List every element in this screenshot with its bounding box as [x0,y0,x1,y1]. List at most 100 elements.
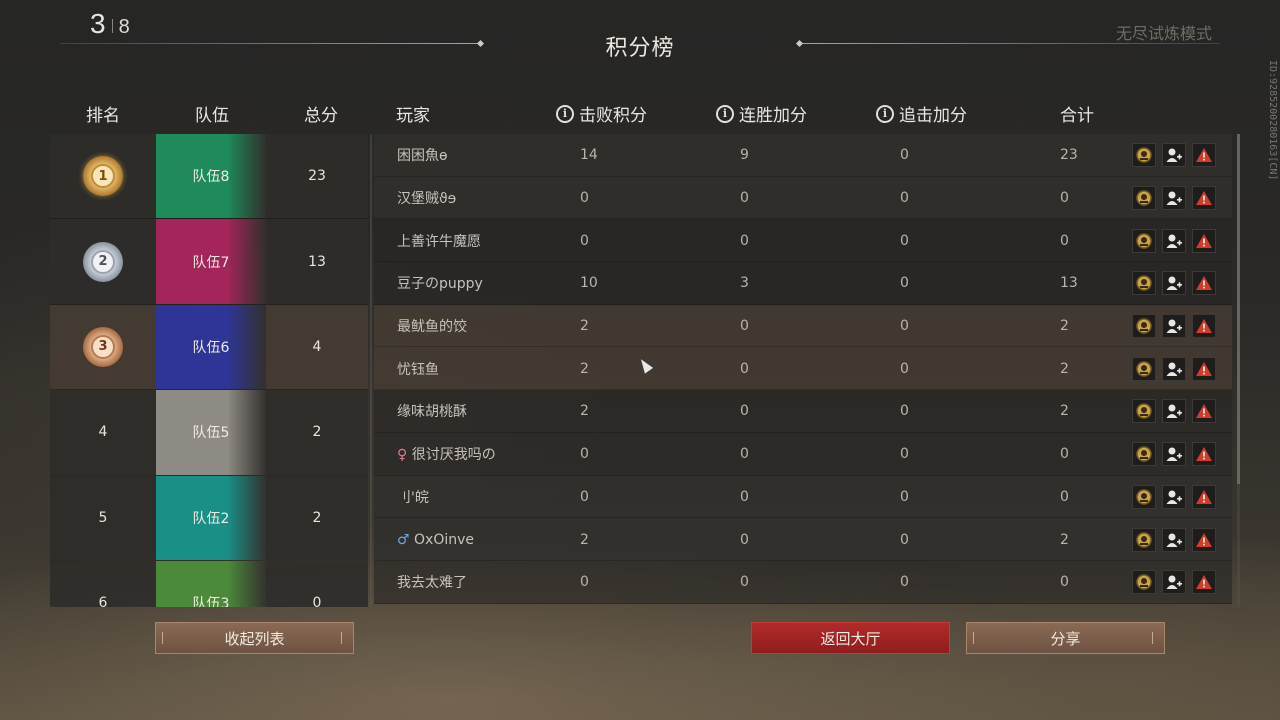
info-icon[interactable]: i [876,104,894,123]
add-friend-icon[interactable] [1162,399,1186,424]
defeat-score: 14 [580,147,598,164]
streak-score: 0 [740,190,749,207]
scrollbar-thumb[interactable] [1237,134,1240,484]
report-icon[interactable] [1192,484,1216,509]
defeat-score: 2 [580,360,589,377]
player-name-cell[interactable]: 最鱿鱼的饺 [397,316,467,336]
team-score: 4 [266,304,368,390]
add-friend-icon[interactable] [1162,143,1186,168]
round-counter: 3 8 [90,8,130,40]
team-score: 2 [266,390,368,475]
add-friend-icon[interactable] [1162,314,1186,339]
profile-icon[interactable] [1132,143,1156,168]
header-chase[interactable]: i 追击加分 [876,101,967,126]
sum-score: 2 [1060,531,1069,548]
share-button[interactable]: 分享 [966,622,1165,654]
team-row: 6 队伍3 0 [50,560,368,607]
profile-icon[interactable] [1132,186,1156,211]
team-row: 2 队伍7 13 [50,219,368,305]
player-name-cell[interactable]: ♂ OxOinve [397,532,474,548]
report-icon[interactable] [1192,314,1216,339]
profile-icon[interactable] [1132,271,1156,296]
chase-score: 0 [900,574,909,591]
player-name-cell[interactable]: 刂'皖 [397,487,429,507]
profile-icon[interactable] [1132,527,1156,552]
player-name: 忧钰鱼 [397,361,439,378]
player-name: 刂'皖 [397,489,429,506]
streak-score: 9 [740,147,749,164]
chase-score: 0 [900,275,909,292]
defeat-score: 2 [580,531,589,548]
header-streak[interactable]: i 连胜加分 [716,101,807,126]
report-icon[interactable] [1192,570,1216,595]
info-icon[interactable]: i [556,104,574,123]
player-row: 忧钰鱼 2 0 0 2 [374,347,1232,391]
collapse-list-label: 收起列表 [224,629,285,648]
report-icon[interactable] [1192,271,1216,296]
rank-cell: 4 [50,390,156,475]
report-icon[interactable] [1192,143,1216,168]
player-name: 困困魚ɵ [397,148,448,165]
player-actions [1132,399,1216,424]
chevron-right-icon [341,632,347,644]
player-name-cell[interactable]: 忧钰鱼 [397,359,439,379]
defeat-score: 0 [580,232,589,249]
report-icon[interactable] [1192,399,1216,424]
player-table: 困困魚ɵ 14 9 0 23 汉堡贼ϑɘ 0 0 0 0 上善许牛魔愿 0 0 0 0 豆子のpuppy 10 3… [374,134,1232,607]
report-icon[interactable] [1192,186,1216,211]
header-defeat[interactable]: i 击败积分 [556,101,647,126]
profile-icon[interactable] [1132,228,1156,253]
player-name-cell[interactable]: ♀ 很讨厌我吗の [397,444,496,464]
player-name-cell[interactable]: 豆子のpuppy [397,273,483,293]
add-friend-icon[interactable] [1162,356,1186,381]
round-separator [111,19,113,33]
streak-score: 0 [740,318,749,335]
report-icon[interactable] [1192,527,1216,552]
report-icon[interactable] [1192,356,1216,381]
add-friend-icon[interactable] [1162,186,1186,211]
team-row: 4 队伍5 2 [50,390,368,476]
chase-score: 0 [900,488,909,505]
player-name: 我去太难了 [397,575,467,592]
title-line-left [60,43,480,44]
player-name-cell[interactable]: 汉堡贼ϑɘ [397,188,456,208]
player-name-cell[interactable]: 困困魚ɵ [397,145,448,165]
profile-icon[interactable] [1132,570,1156,595]
player-name-cell[interactable]: 缘味胡桃酥 [397,401,467,421]
add-friend-icon[interactable] [1162,484,1186,509]
player-name: 缘味胡桃酥 [397,404,467,421]
sum-score: 0 [1060,190,1069,207]
silver-medal-icon: 2 [83,241,123,282]
return-lobby-button[interactable]: 返回大厅 [751,622,950,654]
player-name-cell[interactable]: 上善许牛魔愿 [397,231,481,251]
player-actions [1132,484,1216,509]
chevron-left-icon [162,632,168,644]
defeat-score: 2 [580,403,589,420]
chevron-right-icon [1152,632,1158,644]
report-icon[interactable] [1192,442,1216,467]
add-friend-icon[interactable] [1162,228,1186,253]
male-icon: ♂ [397,531,410,548]
rank-cell: 3 [50,304,156,390]
sum-score: 0 [1060,574,1069,591]
collapse-list-button[interactable]: 收起列表 [155,622,354,654]
player-actions [1132,527,1216,552]
add-friend-icon[interactable] [1162,527,1186,552]
profile-icon[interactable] [1132,314,1156,339]
add-friend-icon[interactable] [1162,442,1186,467]
rank-cell: 1 [50,134,156,219]
player-name-cell[interactable]: 我去太难了 [397,572,467,592]
chase-score: 0 [900,360,909,377]
header-chase-label: 追击加分 [899,106,967,126]
profile-icon[interactable] [1132,442,1156,467]
report-icon[interactable] [1192,228,1216,253]
profile-icon[interactable] [1132,399,1156,424]
scrollbar[interactable] [1237,134,1240,607]
add-friend-icon[interactable] [1162,271,1186,296]
female-icon: ♀ [397,447,408,464]
profile-icon[interactable] [1132,484,1156,509]
add-friend-icon[interactable] [1162,570,1186,595]
info-icon[interactable]: i [716,104,734,123]
profile-icon[interactable] [1132,356,1156,381]
player-actions [1132,570,1216,595]
